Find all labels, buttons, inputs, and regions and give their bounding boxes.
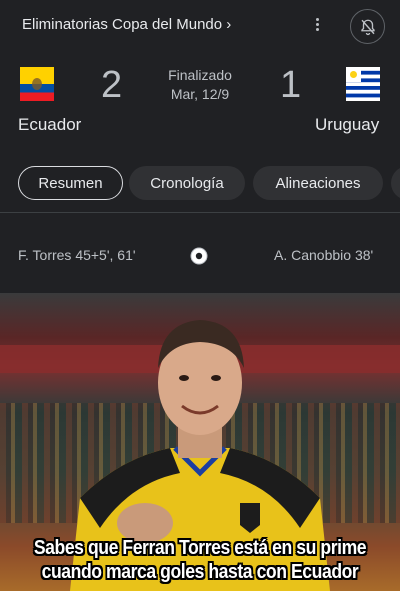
bell-add-icon: [360, 19, 375, 35]
status-text: Finalizado: [168, 67, 232, 83]
uruguay-flag-icon: [346, 67, 380, 101]
top-bar: Eliminatorias Copa del Mundo ›: [0, 0, 400, 50]
away-score: 1: [280, 64, 302, 106]
meme-photo: Sabes que Ferran Torres está en su prime…: [0, 293, 400, 591]
tab-cronologia[interactable]: Cronología: [129, 166, 245, 200]
home-team-name[interactable]: Ecuador: [18, 115, 81, 135]
soccer-ball-icon: [190, 247, 208, 265]
tab-resumen[interactable]: Resumen: [18, 166, 123, 200]
away-scorers: A. Canobbio 38': [274, 247, 374, 263]
match-date: Mar, 12/9: [170, 86, 230, 102]
meme-caption-line1: Sabes que Ferran Torres está en su prime: [33, 537, 367, 559]
home-score: 2: [101, 64, 123, 106]
match-tabs: Resumen Cronología Alineaciones: [18, 166, 400, 202]
home-scorers: F. Torres 45+5', 61': [18, 247, 136, 263]
notify-button[interactable]: [350, 9, 385, 44]
tab-alineaciones[interactable]: Alineaciones: [253, 166, 383, 200]
divider: [0, 212, 400, 213]
competition-link[interactable]: Eliminatorias Copa del Mundo ›: [22, 16, 231, 33]
match-status: Finalizado Mar, 12/9: [150, 66, 250, 104]
away-team-name[interactable]: Uruguay: [315, 115, 379, 135]
more-vert-icon[interactable]: [310, 16, 324, 38]
tab-more[interactable]: [391, 166, 400, 200]
ecuador-flag-icon: [20, 67, 54, 101]
meme-caption-line2: cuando marca goles hasta con Ecuador: [41, 561, 359, 583]
